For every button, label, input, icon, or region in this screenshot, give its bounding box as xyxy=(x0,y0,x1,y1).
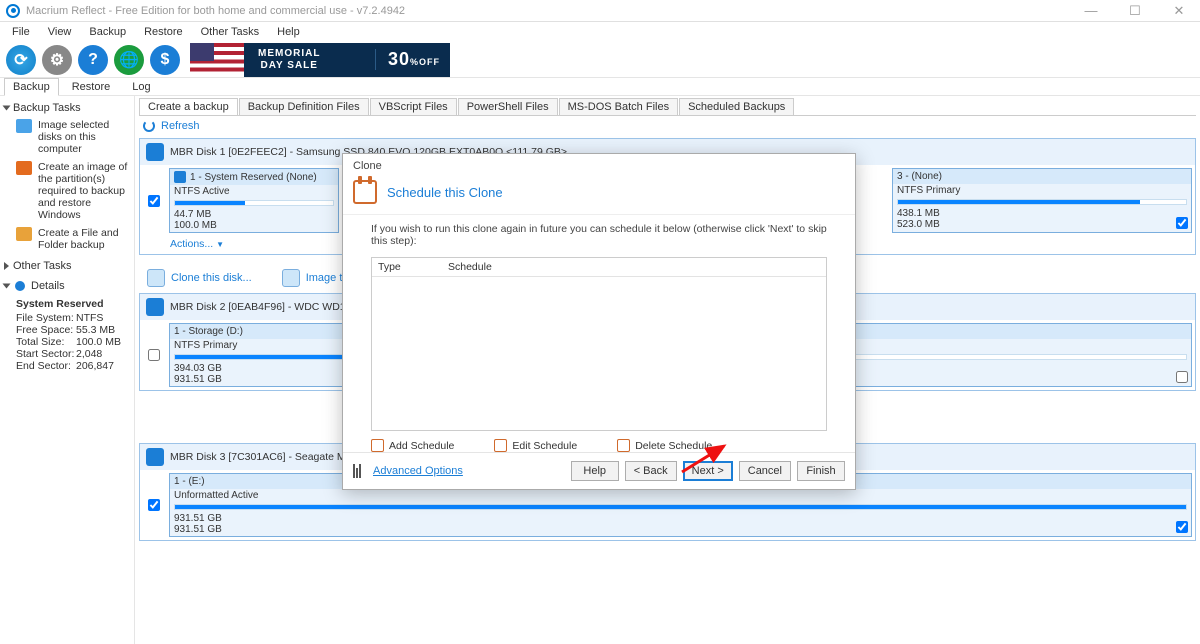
dialog-heading: Schedule this Clone xyxy=(387,185,503,200)
disk-icon xyxy=(146,143,164,161)
windows-logo-icon xyxy=(174,171,186,183)
tool-update-icon[interactable]: 🌐 xyxy=(114,45,144,75)
chevron-down-icon xyxy=(3,284,11,289)
finish-button[interactable]: Finish xyxy=(797,461,845,481)
tab-restore[interactable]: Restore xyxy=(63,78,120,96)
details-panel: System Reserved File System:NTFS Free Sp… xyxy=(2,294,132,376)
sidebar-item-image-selected[interactable]: Image selected disks on this computer xyxy=(2,116,132,158)
disk-icon xyxy=(146,448,164,466)
tool-purchase-icon[interactable]: $ xyxy=(150,45,180,75)
minimize-button[interactable]: — xyxy=(1076,3,1106,19)
schedule-grid[interactable]: Type Schedule xyxy=(371,257,827,431)
sidebar-item-image-windows[interactable]: Create an image of the partition(s) requ… xyxy=(2,158,132,224)
folder-icon xyxy=(16,227,32,241)
grid-header: Type Schedule xyxy=(372,258,826,277)
info-icon xyxy=(15,281,25,291)
menu-view[interactable]: View xyxy=(40,24,80,40)
promo-banner[interactable]: MEMORIALDAY SALE 30%OFF xyxy=(190,43,450,77)
refresh-icon xyxy=(143,120,155,132)
monitor-icon xyxy=(16,119,32,133)
add-schedule-button[interactable]: Add Schedule xyxy=(371,439,454,452)
sidebar: Backup Tasks Image selected disks on thi… xyxy=(0,96,135,644)
flag-icon xyxy=(190,43,244,77)
sidebar-group-backup-tasks[interactable]: Backup Tasks xyxy=(2,100,132,116)
clone-icon xyxy=(147,269,165,287)
section-tabs: Backup Restore Log xyxy=(0,78,1200,96)
menubar: File View Backup Restore Other Tasks Hel… xyxy=(0,22,1200,42)
sidebar-item-file-folder-backup[interactable]: Create a File and Folder backup xyxy=(2,224,132,254)
clone-disk-link[interactable]: Clone this disk... xyxy=(147,269,252,287)
titlebar: Macrium Reflect - Free Edition for both … xyxy=(0,0,1200,22)
toolbar: ⟳ ⚙ ? 🌐 $ MEMORIALDAY SALE 30%OFF xyxy=(0,42,1200,78)
image-icon xyxy=(282,269,300,287)
grid-col-type: Type xyxy=(372,258,442,276)
disk2-checkbox[interactable] xyxy=(148,349,160,361)
clone-schedule-dialog: Clone Schedule this Clone If you wish to… xyxy=(342,153,856,490)
doctab-vbscript[interactable]: VBScript Files xyxy=(370,98,457,115)
menu-backup[interactable]: Backup xyxy=(81,24,134,40)
disk-icon xyxy=(146,298,164,316)
disk1-part3-checkbox[interactable] xyxy=(1176,217,1188,229)
menu-file[interactable]: File xyxy=(4,24,38,40)
menu-other-tasks[interactable]: Other Tasks xyxy=(193,24,268,40)
edit-schedule-button[interactable]: Edit Schedule xyxy=(494,439,577,452)
advanced-options-link[interactable]: Advanced Options xyxy=(353,464,463,478)
help-button[interactable]: Help xyxy=(571,461,619,481)
details-header: System Reserved xyxy=(16,298,128,310)
tool-help-icon[interactable]: ? xyxy=(78,45,108,75)
sidebar-group-other-tasks[interactable]: Other Tasks xyxy=(2,258,132,274)
disk1-partition-3[interactable]: 3 - (None) NTFS Primary 438.1 MB523.0 MB xyxy=(892,168,1192,233)
menu-restore[interactable]: Restore xyxy=(136,24,191,40)
doctab-create-backup[interactable]: Create a backup xyxy=(139,98,238,115)
sidebar-group-details[interactable]: Details xyxy=(2,278,132,294)
delete-icon xyxy=(617,439,630,452)
chevron-down-icon xyxy=(3,106,11,111)
edit-icon xyxy=(494,439,507,452)
document-tabs: Create a backup Backup Definition Files … xyxy=(139,98,1196,116)
schedule-buttons: Add Schedule Edit Schedule Delete Schedu… xyxy=(343,433,855,452)
window-title: Macrium Reflect - Free Edition for both … xyxy=(26,5,405,17)
tab-log[interactable]: Log xyxy=(123,78,159,96)
close-button[interactable]: ✕ xyxy=(1164,3,1194,19)
windows-icon xyxy=(16,161,32,175)
disk3-checkbox[interactable] xyxy=(148,499,160,511)
promo-percent: 30%OFF xyxy=(375,49,440,70)
doctab-backup-definition[interactable]: Backup Definition Files xyxy=(239,98,369,115)
chevron-right-icon xyxy=(4,262,9,270)
disk1-partition-1[interactable]: 1 - System Reserved (None) NTFS Active 4… xyxy=(169,168,339,233)
annotation-arrow xyxy=(678,438,734,476)
calendar-icon xyxy=(353,180,377,204)
window-controls: — ☐ ✕ xyxy=(1076,3,1194,19)
app-icon xyxy=(6,4,20,18)
dialog-subtext: If you wish to run this clone again in f… xyxy=(343,215,855,255)
disk3-part1-checkbox[interactable] xyxy=(1176,521,1188,533)
add-icon xyxy=(371,439,384,452)
dialog-small-title: Clone xyxy=(343,154,855,174)
tool-backup-icon[interactable]: ⟳ xyxy=(6,45,36,75)
menu-help[interactable]: Help xyxy=(269,24,308,40)
doctab-powershell[interactable]: PowerShell Files xyxy=(458,98,558,115)
back-button[interactable]: < Back xyxy=(625,461,677,481)
disk1-checkbox[interactable] xyxy=(148,195,160,207)
doctab-scheduled[interactable]: Scheduled Backups xyxy=(679,98,794,115)
grid-col-schedule: Schedule xyxy=(442,258,498,276)
doctab-msdos[interactable]: MS-DOS Batch Files xyxy=(559,98,678,115)
cancel-button[interactable]: Cancel xyxy=(739,461,791,481)
tab-backup[interactable]: Backup xyxy=(4,78,59,96)
promo-text: MEMORIALDAY SALE xyxy=(258,48,320,72)
tool-settings-icon[interactable]: ⚙ xyxy=(42,45,72,75)
disk2-part1-checkbox[interactable] xyxy=(1176,371,1188,383)
sliders-icon xyxy=(353,464,367,478)
refresh-link[interactable]: Refresh xyxy=(139,116,1196,136)
maximize-button[interactable]: ☐ xyxy=(1120,3,1150,19)
